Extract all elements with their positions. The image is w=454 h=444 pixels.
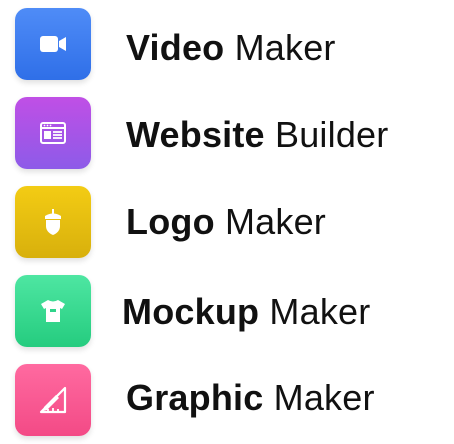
acorn-icon [36, 205, 70, 239]
website-builder-tile[interactable] [15, 97, 91, 169]
website-builder-label: Website Builder [126, 115, 388, 155]
item-title-bold: Logo [126, 201, 215, 242]
logo-maker-label: Logo Maker [126, 202, 326, 242]
video-maker-item[interactable]: Video Maker [0, 8, 454, 88]
browser-window-icon [36, 116, 70, 150]
item-title-light: Builder [274, 114, 389, 155]
video-maker-label: Video Maker [126, 28, 336, 68]
item-title-bold: Mockup [122, 291, 260, 332]
logo-maker-tile[interactable] [15, 186, 91, 258]
tshirt-icon [36, 294, 70, 328]
logo-maker-item[interactable]: Logo Maker [0, 186, 454, 266]
item-title-bold: Graphic [126, 377, 264, 418]
item-title-light: Maker [273, 377, 375, 418]
mockup-maker-label: Mockup Maker [122, 292, 370, 332]
graphic-maker-item[interactable]: Graphic Maker [0, 364, 454, 444]
item-title-light: Maker [269, 291, 371, 332]
video-camera-icon [36, 27, 70, 61]
graphic-maker-tile[interactable] [15, 364, 91, 436]
item-title-bold: Website [126, 114, 265, 155]
pencil-ruler-icon [36, 383, 70, 417]
graphic-maker-label: Graphic Maker [126, 378, 375, 418]
mockup-maker-item[interactable]: Mockup Maker [0, 275, 454, 355]
video-maker-tile[interactable] [15, 8, 91, 80]
item-title-light: Maker [234, 27, 336, 68]
item-title-bold: Video [126, 27, 225, 68]
item-title-light: Maker [224, 201, 326, 242]
website-builder-item[interactable]: Website Builder [0, 97, 454, 177]
mockup-maker-tile[interactable] [15, 275, 91, 347]
